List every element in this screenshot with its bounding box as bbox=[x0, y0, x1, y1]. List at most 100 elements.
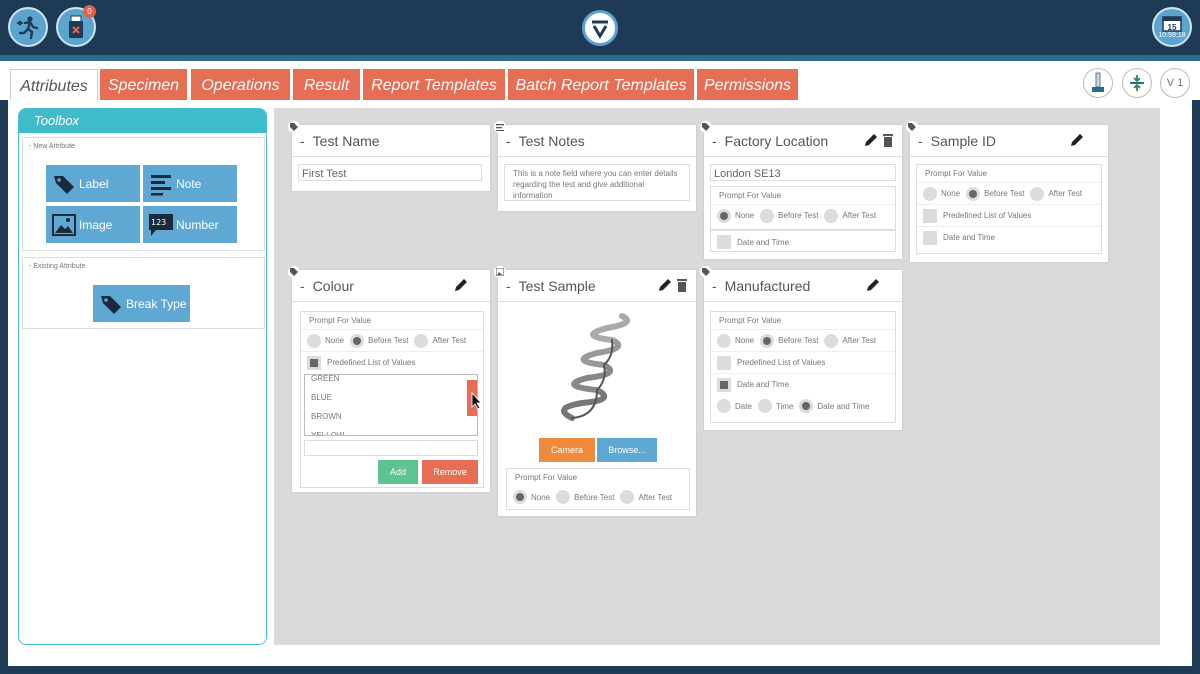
list-item[interactable]: BROWN bbox=[305, 407, 477, 426]
version-button[interactable]: V 1 bbox=[1160, 68, 1190, 98]
exit-button[interactable] bbox=[8, 7, 48, 47]
list-item[interactable]: YELLOW bbox=[305, 426, 477, 435]
collapse-toggle[interactable]: - bbox=[712, 133, 717, 149]
tab-operations[interactable]: Operations bbox=[191, 69, 291, 103]
checkbox-label: Predefined List of Values bbox=[943, 211, 1032, 220]
radio-none[interactable] bbox=[513, 490, 527, 504]
new-attribute-section: - New Attribute Label Note Image 123 Num… bbox=[22, 137, 265, 251]
test-machine-icon bbox=[1092, 72, 1104, 92]
radio-label: After Test bbox=[842, 336, 877, 345]
tab-permissions[interactable]: Permissions bbox=[697, 69, 799, 103]
number-attribute-button[interactable]: 123 Number bbox=[143, 206, 237, 243]
test-machine-button[interactable] bbox=[1083, 68, 1113, 98]
tab-batch-report-templates[interactable]: Batch Report Templates bbox=[508, 69, 695, 103]
radio-none[interactable] bbox=[307, 333, 321, 348]
clock-button[interactable]: 15 10:59:18 bbox=[1152, 7, 1192, 47]
predefined-list-checkbox[interactable] bbox=[307, 355, 321, 370]
radio-before-test[interactable] bbox=[760, 333, 775, 348]
collapse-toggle[interactable]: - bbox=[506, 133, 511, 149]
card-title: Test Sample bbox=[518, 277, 596, 294]
radio-date[interactable] bbox=[717, 399, 731, 413]
radio-before-test[interactable] bbox=[556, 490, 571, 504]
checkbox-label: Date and Time bbox=[737, 237, 790, 247]
radio-none[interactable] bbox=[717, 208, 731, 223]
test-notes-textarea[interactable]: This is a note field where you can enter… bbox=[504, 164, 690, 201]
radio-label: Before Test bbox=[574, 492, 615, 502]
list-item[interactable]: BLUE bbox=[305, 388, 477, 407]
number-attribute-text: Number bbox=[176, 217, 219, 232]
test-name-card[interactable]: - Test Name First Test bbox=[288, 121, 490, 191]
tab-specimen[interactable]: Specimen bbox=[100, 69, 188, 103]
test-sample-card[interactable]: - Test Sample Camera Browse... Prompt Fo… bbox=[494, 266, 696, 516]
predefined-list-checkbox[interactable] bbox=[717, 355, 731, 370]
colour-card[interactable]: - Colour Prompt For Value None Before Tes… bbox=[288, 266, 490, 492]
pencil-icon[interactable] bbox=[866, 278, 880, 292]
date-time-checkbox[interactable] bbox=[923, 230, 937, 245]
add-button[interactable]: Add bbox=[378, 460, 418, 484]
collapse-toggle[interactable]: - bbox=[300, 133, 305, 149]
radio-before-test[interactable] bbox=[350, 333, 365, 348]
factory-location-card[interactable]: - Factory Location London SE13 Prompt For… bbox=[700, 121, 902, 259]
remove-button[interactable]: Remove bbox=[422, 460, 478, 484]
pencil-icon[interactable] bbox=[658, 278, 672, 292]
new-value-input[interactable] bbox=[304, 440, 478, 456]
usb-button[interactable]: 0 bbox=[56, 5, 96, 47]
radio-before-test[interactable] bbox=[966, 186, 981, 201]
card-title: Test Notes bbox=[518, 132, 585, 149]
radio-time[interactable] bbox=[757, 399, 772, 413]
pencil-icon[interactable] bbox=[454, 278, 468, 292]
date-time-checkbox[interactable] bbox=[717, 235, 731, 249]
test-notes-card[interactable]: - Test Notes This is a note field where y… bbox=[494, 121, 696, 211]
radio-label: After Test bbox=[1048, 189, 1083, 198]
radio-after-test[interactable] bbox=[1030, 186, 1045, 201]
prompt-for-value-group: Prompt For Value None Before Test After … bbox=[916, 164, 1102, 254]
sample-id-card[interactable]: - Sample ID Prompt For Value None Before … bbox=[906, 121, 1108, 262]
manufactured-card[interactable]: - Manufactured Prompt For Value None Befo… bbox=[700, 266, 902, 430]
radio-after-test[interactable] bbox=[824, 333, 839, 348]
logo-v-icon bbox=[592, 20, 608, 39]
tab-report-templates[interactable]: Report Templates bbox=[363, 69, 506, 103]
radio-label: None bbox=[941, 189, 961, 198]
break-type-button[interactable]: Break Type bbox=[93, 285, 190, 322]
collapse-toggle[interactable]: - bbox=[712, 278, 717, 294]
pencil-icon[interactable] bbox=[864, 133, 878, 147]
radio-label: Date bbox=[735, 401, 752, 411]
label-attribute-button[interactable]: Label bbox=[46, 165, 140, 202]
radio-none[interactable] bbox=[717, 333, 731, 348]
prompt-for-value-label: Prompt For Value bbox=[925, 169, 988, 178]
radio-after-test[interactable] bbox=[414, 333, 429, 348]
collapse-toggle[interactable]: - bbox=[300, 278, 305, 294]
test-name-input[interactable]: First Test bbox=[298, 164, 482, 181]
card-title: Test Name bbox=[312, 132, 380, 149]
attribute-canvas: - Test Name First Test - Test Notes This i… bbox=[274, 108, 1160, 645]
existing-attribute-title: Existing Attribute bbox=[33, 263, 86, 270]
collapse-toggle[interactable]: - bbox=[506, 278, 511, 294]
radio-label: Date and Time bbox=[817, 401, 870, 411]
radio-label: After Test bbox=[432, 336, 467, 345]
radio-date-and-time[interactable] bbox=[799, 399, 814, 413]
radio-none[interactable] bbox=[923, 186, 937, 201]
date-time-checkbox[interactable] bbox=[717, 377, 731, 392]
radio-after-test[interactable] bbox=[824, 208, 839, 223]
radio-after-test[interactable] bbox=[620, 490, 635, 504]
tab-bar: Attributes Specimen Operations Result Re… bbox=[0, 55, 1200, 103]
camera-button[interactable]: Camera bbox=[539, 438, 595, 462]
browse-button[interactable]: Browse... bbox=[597, 438, 657, 462]
predefined-list-checkbox[interactable] bbox=[923, 208, 937, 223]
tab-attributes[interactable]: Attributes bbox=[10, 69, 98, 103]
pencil-icon[interactable] bbox=[1070, 133, 1084, 147]
clock-time: 10:59:18 bbox=[1158, 32, 1186, 39]
trash-icon[interactable] bbox=[882, 133, 894, 147]
prompt-for-value-group: Prompt For Value None Before Test After … bbox=[300, 311, 484, 488]
factory-location-input[interactable]: London SE13 bbox=[710, 164, 896, 181]
tab-result[interactable]: Result bbox=[293, 69, 361, 103]
values-listbox[interactable]: GREEN BLUE BROWN YELLOW bbox=[304, 374, 478, 436]
image-attribute-text: Image bbox=[79, 217, 113, 232]
note-attribute-button[interactable]: Note bbox=[143, 165, 237, 202]
trash-icon[interactable] bbox=[676, 278, 688, 292]
list-item[interactable]: GREEN bbox=[305, 375, 477, 388]
radio-before-test[interactable] bbox=[760, 208, 775, 223]
image-attribute-button[interactable]: Image bbox=[46, 206, 140, 243]
compress-button[interactable] bbox=[1122, 68, 1152, 98]
collapse-toggle[interactable]: - bbox=[918, 133, 923, 149]
